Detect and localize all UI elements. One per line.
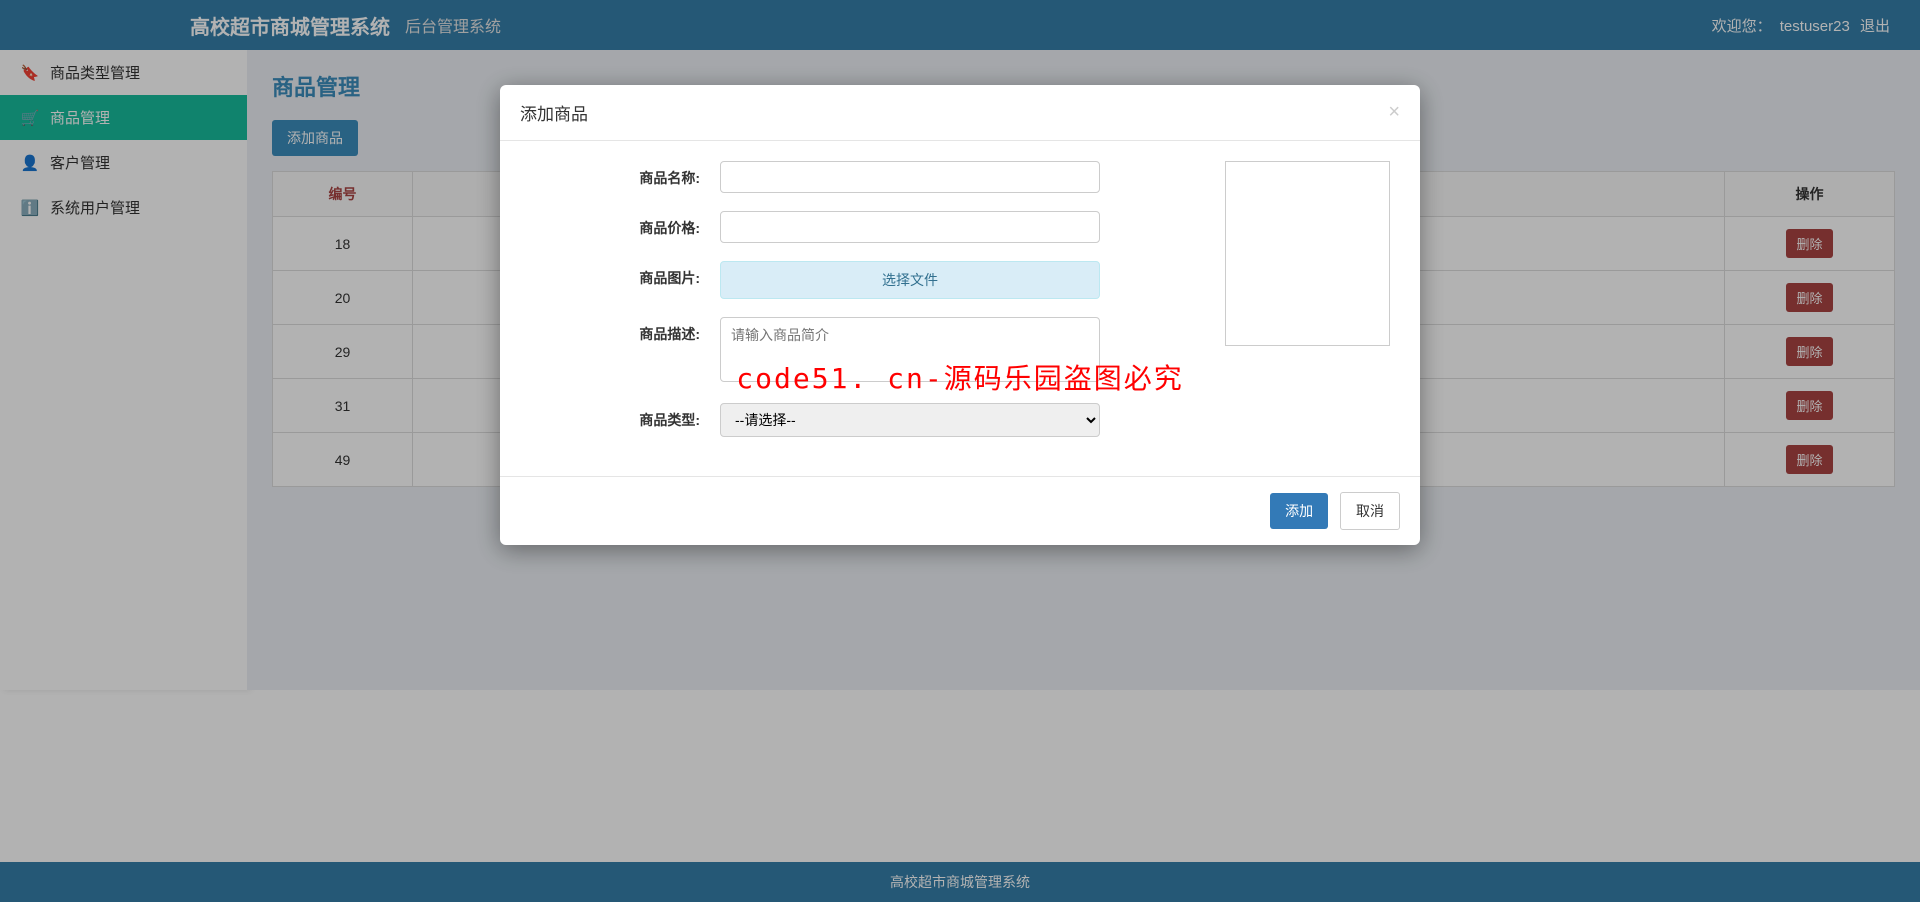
modal-overlay[interactable]: 添加商品 × 商品名称: 商品价格: 商品图片: 选择文件 商品描述: [0, 0, 1920, 902]
label-product-image: 商品图片: [530, 261, 720, 288]
close-icon[interactable]: × [1388, 101, 1400, 124]
product-price-input[interactable] [720, 211, 1100, 243]
label-product-type: 商品类型: [530, 403, 720, 430]
add-product-modal: 添加商品 × 商品名称: 商品价格: 商品图片: 选择文件 商品描述: [500, 85, 1420, 545]
image-preview [1225, 161, 1390, 346]
label-product-price: 商品价格: [530, 211, 720, 238]
choose-file-button[interactable]: 选择文件 [720, 261, 1100, 299]
modal-title: 添加商品 [520, 100, 588, 125]
product-type-select[interactable]: --请选择-- [720, 403, 1100, 437]
label-product-desc: 商品描述: [530, 317, 720, 344]
cancel-button[interactable]: 取消 [1340, 492, 1400, 530]
modal-footer: 添加 取消 [500, 476, 1420, 545]
modal-body: 商品名称: 商品价格: 商品图片: 选择文件 商品描述: 商品类型: [500, 141, 1420, 476]
label-product-name: 商品名称: [530, 161, 720, 188]
submit-button[interactable]: 添加 [1270, 493, 1328, 529]
modal-header: 添加商品 × [500, 85, 1420, 141]
product-desc-textarea[interactable] [720, 317, 1100, 382]
product-name-input[interactable] [720, 161, 1100, 193]
